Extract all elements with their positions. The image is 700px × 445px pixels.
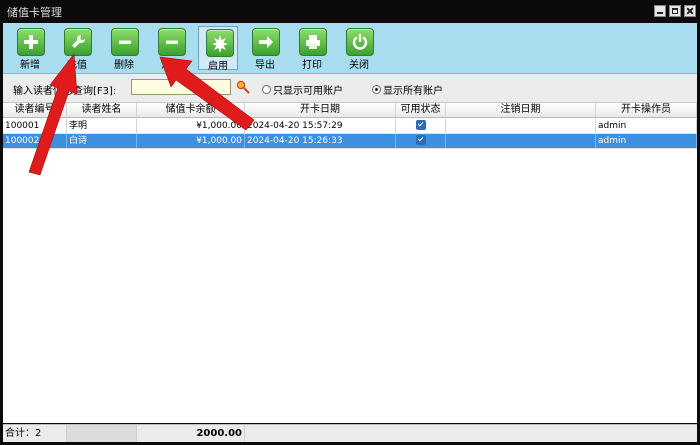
search-input[interactable] — [131, 79, 231, 95]
window-controls — [654, 5, 696, 17]
maximize-icon[interactable] — [669, 5, 681, 17]
table-row[interactable]: 100001 李明 ¥1,000.00 2024-04-20 15:57:29 … — [3, 119, 697, 134]
spark-icon — [212, 35, 228, 53]
header-balance[interactable]: 储值卡余额 — [137, 103, 245, 117]
minimize-icon[interactable] — [654, 5, 666, 17]
cancel-card-button[interactable]: 注销 — [151, 26, 191, 71]
plus-icon — [24, 35, 38, 49]
window-title: 储值卡管理 — [7, 6, 62, 19]
table-row-selected[interactable]: 100002 白诗 ¥1,000.00 2024-04-20 15:26:33 … — [3, 134, 697, 149]
search-label: 输入读者信息查询[F3]: — [13, 86, 117, 97]
recharge-button[interactable]: 充值 — [57, 26, 97, 71]
minus-icon — [166, 40, 178, 44]
card-table: 读者编号 读者姓名 储值卡余额 开卡日期 可用状态 注销日期 开卡操作员 100… — [3, 103, 697, 423]
export-button[interactable]: 导出 — [245, 26, 285, 71]
toolbar: 新增 充值 删除 注销 启用 导出 打印 关闭 — [3, 23, 697, 74]
radio-button[interactable] — [262, 85, 271, 94]
arrow-right-icon — [259, 36, 273, 48]
filter-bar: 输入读者信息查询[F3]: 只显示可用账户 显示所有账户 — [3, 74, 697, 103]
status-checkbox[interactable] — [415, 134, 426, 145]
minus-icon — [119, 40, 131, 44]
header-reader-id[interactable]: 读者编号 — [3, 103, 67, 117]
radio-available-only[interactable]: 只显示可用账户 — [262, 82, 343, 97]
wrench-icon — [72, 35, 85, 48]
status-checkbox[interactable] — [415, 119, 426, 130]
header-open-date[interactable]: 开卡日期 — [245, 103, 396, 117]
close-window-icon[interactable] — [684, 5, 696, 17]
printer-icon — [306, 35, 320, 49]
header-cancel-date[interactable]: 注销日期 — [446, 103, 596, 117]
radio-button-selected[interactable] — [372, 85, 381, 94]
header-operator[interactable]: 开卡操作员 — [596, 103, 697, 117]
close-button[interactable]: 关闭 — [339, 26, 379, 71]
balance-total: 2000.00 — [137, 425, 245, 442]
search-icon[interactable] — [236, 80, 250, 94]
header-reader-name[interactable]: 读者姓名 — [67, 103, 137, 117]
radio-show-all[interactable]: 显示所有账户 — [372, 82, 443, 97]
add-button[interactable]: 新增 — [10, 26, 50, 71]
summary-bar: 合计：2 2000.00 — [3, 424, 697, 442]
title-bar: 储值卡管理 — [0, 0, 700, 23]
delete-button[interactable]: 删除 — [104, 26, 144, 71]
power-icon — [352, 34, 368, 50]
row-count: 合计：2 — [3, 425, 67, 442]
enable-button[interactable]: 启用 — [198, 26, 238, 72]
print-button[interactable]: 打印 — [292, 26, 332, 71]
header-status[interactable]: 可用状态 — [396, 103, 446, 117]
app-window: 储值卡管理 新增 充值 删除 注销 启用 导出 打印 关闭 输入读者信息查询[F… — [0, 0, 700, 445]
table-header: 读者编号 读者姓名 储值卡余额 开卡日期 可用状态 注销日期 开卡操作员 — [3, 103, 697, 118]
